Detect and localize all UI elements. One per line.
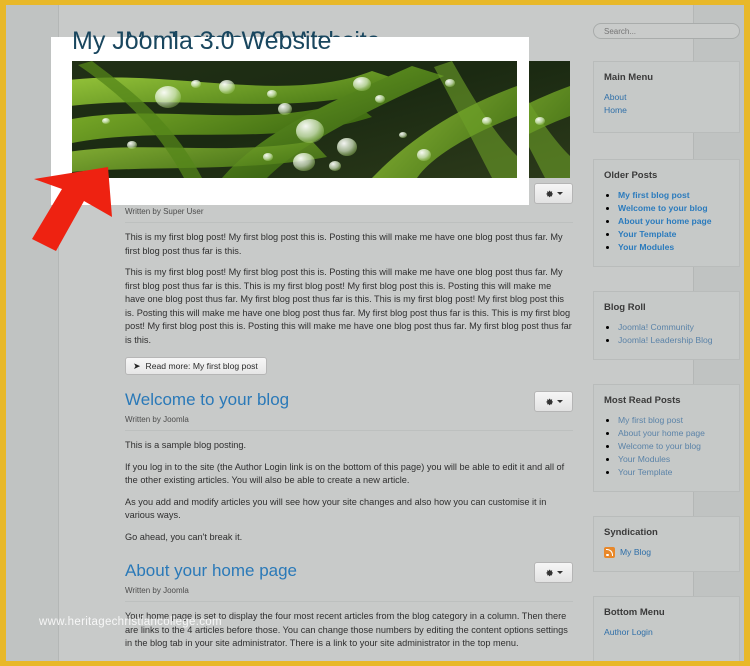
module-title: Blog Roll (604, 302, 646, 313)
article-title[interactable]: Welcome to your blog (125, 389, 573, 411)
module-older-posts: Older Posts My first blog post Welcome t… (593, 159, 740, 267)
gear-icon (545, 398, 553, 406)
most-read-link[interactable]: My first blog post (618, 415, 683, 425)
blog-roll-list: Joomla! Community Joomla! Leadership Blo… (604, 321, 729, 347)
grass-droplets-illustration-overlay (72, 61, 517, 178)
article-paragraph: If you want to have your blog post broke… (125, 659, 573, 662)
module-blog-roll: Blog Roll Joomla! Community Joomla! Lead… (593, 291, 740, 360)
read-more-label: Read more: My first blog post (145, 361, 258, 371)
rss-icon (604, 547, 615, 558)
page-frame: My Joomla 3.0 Website (6, 5, 744, 661)
module-title: Main Menu (604, 72, 654, 83)
older-posts-list: My first blog post Welcome to your blog … (604, 189, 729, 254)
list-item: About your home page (618, 215, 729, 228)
article-options-button[interactable] (534, 562, 573, 583)
list-item: Your Modules (618, 453, 729, 466)
list-item: Joomla! Community (618, 321, 729, 334)
main-menu-links: About Home (604, 91, 729, 117)
older-post-link[interactable]: My first blog post (618, 190, 690, 200)
article-byline: Written by Joomla (125, 415, 573, 431)
article-paragraph: This is my first blog post! My first blo… (125, 267, 572, 345)
most-read-link[interactable]: Your Modules (618, 454, 670, 464)
most-read-link[interactable]: About your home page (618, 428, 705, 438)
article-about-your-home-page: About your home page Written by Joomla Y… (125, 560, 573, 661)
search-input[interactable] (602, 25, 731, 37)
older-post-link[interactable]: Your Template (618, 229, 676, 239)
bottom-menu-links: Author Login (604, 626, 729, 639)
older-post-link[interactable]: Your Modules (618, 242, 674, 252)
list-item: Welcome to your blog (618, 440, 729, 453)
article-title[interactable]: About your home page (125, 560, 573, 582)
article-paragraph: If you log in to the site (the Author Lo… (125, 461, 565, 486)
most-read-link[interactable]: Welcome to your blog (618, 441, 701, 451)
list-item: My first blog post (618, 189, 729, 202)
read-more-button[interactable]: ➤ Read more: My first blog post (125, 357, 267, 375)
blog-roll-link[interactable]: Joomla! Leadership Blog (618, 335, 713, 345)
search-box[interactable] (593, 23, 740, 39)
chevron-right-icon: ➤ (133, 360, 141, 371)
chevron-down-icon (556, 571, 563, 574)
sidebar-item-home[interactable]: Home (604, 104, 729, 117)
screenshot-root: My Joomla 3.0 Website (0, 0, 750, 666)
module-syndication: Syndication My Blog (593, 516, 740, 572)
list-item: Your Modules (618, 241, 729, 254)
list-item: About your home page (618, 427, 729, 440)
list-item: My first blog post (618, 414, 729, 427)
gear-icon (545, 190, 553, 198)
list-item: Your Template (618, 466, 729, 479)
article-byline: Written by Joomla (125, 586, 573, 602)
sidebar-item-about[interactable]: About (604, 91, 729, 104)
main-content: My first blog post Written by Super User… (125, 181, 573, 661)
chevron-down-icon (556, 400, 563, 403)
article-options-button[interactable] (534, 183, 573, 204)
article-byline: Written by Super User (125, 207, 573, 223)
module-title: Most Read Posts (604, 395, 681, 406)
module-most-read-posts: Most Read Posts My first blog post About… (593, 384, 740, 492)
article-paragraph: As you add and modify articles you will … (125, 496, 547, 521)
older-post-link[interactable]: Welcome to your blog (618, 203, 708, 213)
most-read-list: My first blog post About your home page … (604, 414, 729, 479)
banner-image-overlay (72, 61, 517, 178)
list-item: Welcome to your blog (618, 202, 729, 215)
list-item: Joomla! Leadership Blog (618, 334, 729, 347)
article-paragraph: Your home page is set to display the fou… (125, 611, 568, 648)
module-title: Bottom Menu (604, 607, 665, 618)
article-paragraph: Go ahead, you can't break it. (125, 531, 243, 542)
list-item: Your Template (618, 228, 729, 241)
module-main-menu: Main Menu About Home (593, 61, 740, 133)
most-read-link[interactable]: Your Template (618, 467, 672, 477)
feed-link[interactable]: My Blog (620, 546, 651, 559)
module-bottom-menu: Bottom Menu Author Login (593, 596, 740, 661)
sidebar-item-author-login[interactable]: Author Login (604, 626, 729, 639)
page-title-overlay: My Joomla 3.0 Website (72, 27, 332, 55)
module-title: Syndication (604, 527, 658, 538)
module-title: Older Posts (604, 170, 658, 181)
article-paragraph: This is my first blog post! My first blo… (125, 232, 563, 256)
syndication-feed-row[interactable]: My Blog (604, 546, 729, 559)
older-post-link[interactable]: About your home page (618, 216, 712, 226)
sidebar: Main Menu About Home Older Posts My firs… (593, 23, 740, 661)
article-options-button[interactable] (534, 391, 573, 412)
blog-roll-link[interactable]: Joomla! Community (618, 322, 694, 332)
article-welcome-to-your-blog: Welcome to your blog Written by Joomla T… (125, 389, 573, 544)
gear-icon (545, 569, 553, 577)
article-paragraph: This is a sample blog posting. (125, 440, 247, 450)
article-my-first-blog-post: My first blog post Written by Super User… (125, 181, 573, 375)
chevron-down-icon (556, 192, 563, 195)
